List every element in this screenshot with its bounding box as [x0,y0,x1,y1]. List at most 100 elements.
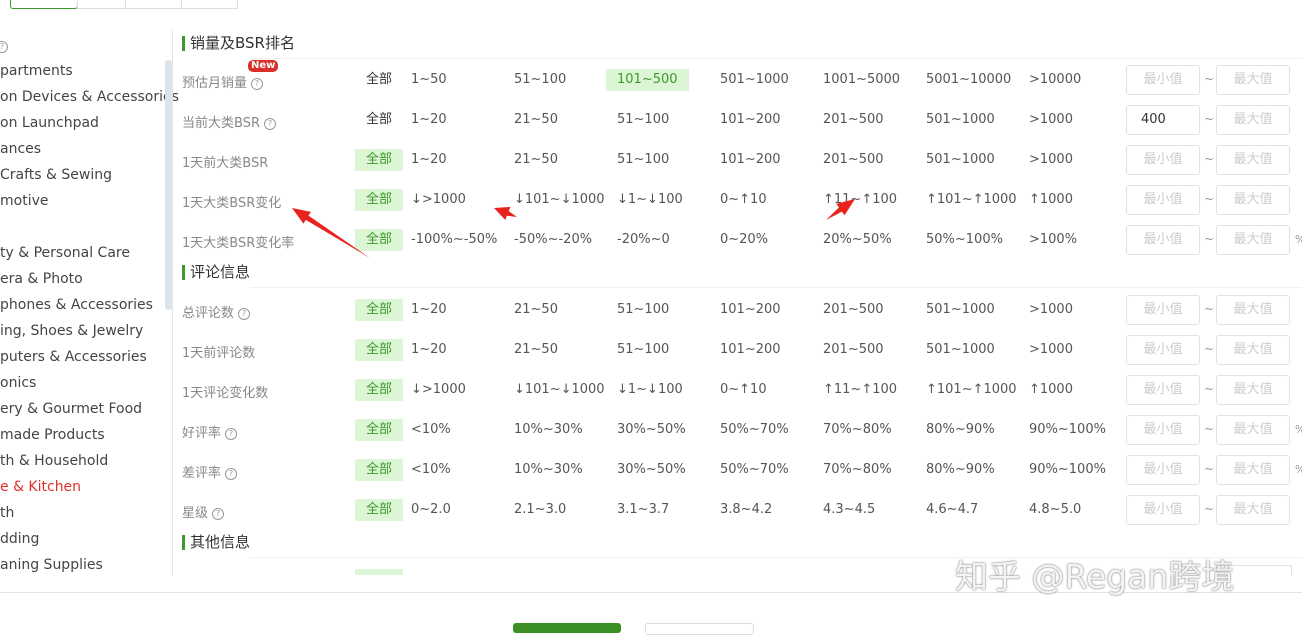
range-option[interactable]: 101~200 [720,109,781,131]
range-option[interactable]: 501~1000 [926,299,995,321]
range-option[interactable]: ↓101~↓1000 [514,379,605,401]
max-value-input[interactable]: 最大值 [1216,225,1290,255]
sidebar-category-item[interactable]: th [0,505,14,521]
range-option[interactable]: >100% [1029,229,1077,251]
max-value-input[interactable]: 最大值 [1216,295,1290,325]
range-option[interactable]: 51~100 [617,149,669,171]
sidebar-category-item[interactable]: made Products [0,427,105,443]
sidebar-category-item[interactable]: motive [0,193,48,209]
range-option[interactable]: ↑101~↑1000 [926,379,1017,401]
option-all[interactable] [355,569,403,575]
range-option[interactable]: -20%~0 [617,229,670,251]
range-option[interactable]: 30%~50% [617,459,686,481]
sidebar-category-item[interactable]: on Devices & Accessories [0,89,179,105]
sidebar-category-item[interactable]: onics [0,375,36,391]
max-value-input[interactable]: 最大值 [1216,185,1290,215]
max-value-input[interactable]: 最大值 [1216,335,1290,365]
range-option[interactable]: 101~500 [606,69,689,91]
range-option[interactable]: 101~200 [720,149,781,171]
range-option[interactable]: 80%~90% [926,459,995,481]
range-option[interactable]: >1000 [1029,339,1073,361]
range-option[interactable]: <10% [411,459,451,481]
sidebar-scrollbar[interactable] [165,60,172,310]
help-icon[interactable]: ? [251,78,264,90]
range-option[interactable]: 1~20 [411,149,447,171]
range-option[interactable]: 4.6~4.7 [926,499,978,521]
help-icon[interactable]: ? [225,428,238,440]
range-option[interactable]: 501~1000 [926,109,995,131]
range-option[interactable]: ↑1000 [1029,379,1073,401]
option-all[interactable]: 全部 [355,109,403,131]
option-all[interactable]: 全部 [355,499,403,521]
top-tab[interactable] [181,0,238,9]
range-option[interactable]: 10%~30% [514,419,583,441]
range-option[interactable]: 101~200 [720,299,781,321]
range-option[interactable]: ↑1000 [1029,189,1073,211]
max-value-input[interactable]: 最大值 [1216,415,1290,445]
range-option[interactable]: 1~50 [411,69,447,91]
range-option[interactable]: >10000 [1029,69,1081,91]
min-value-input[interactable]: 最小值 [1126,455,1200,485]
range-option[interactable]: <10% [411,419,451,441]
sidebar-category-item[interactable]: on Launchpad [0,115,99,131]
option-all[interactable]: 全部 [355,149,403,171]
range-option[interactable]: 30%~50% [617,419,686,441]
range-option[interactable]: 0~20% [720,229,768,251]
range-option[interactable]: 20%~50% [823,229,892,251]
range-option[interactable]: 101~200 [720,339,781,361]
sidebar-category-item[interactable]: dding [0,531,39,547]
range-option[interactable]: 51~100 [617,299,669,321]
max-value-input[interactable]: 最大值 [1216,65,1290,95]
range-option[interactable]: 21~50 [514,299,558,321]
range-option[interactable]: 51~100 [514,69,566,91]
range-option[interactable]: 51~100 [617,109,669,131]
range-option[interactable]: 21~50 [514,109,558,131]
range-option[interactable]: 50%~100% [926,229,1003,251]
range-option[interactable]: 1001~5000 [823,69,900,91]
min-value-input[interactable]: 最小值 [1126,295,1200,325]
range-option[interactable]: 50%~70% [720,459,789,481]
sidebar-category-item[interactable]: phones & Accessories [0,297,153,313]
range-option[interactable]: ↓>1000 [411,189,466,211]
min-value-input[interactable]: 最小值 [1126,335,1200,365]
sidebar-category-item[interactable]: Crafts & Sewing [0,167,112,183]
min-value-input[interactable]: 最小值 [1126,495,1200,525]
range-option[interactable]: 21~50 [514,149,558,171]
range-option[interactable]: 3.8~4.2 [720,499,772,521]
range-option[interactable]: 90%~100% [1029,459,1106,481]
range-option[interactable]: 0~↑10 [720,189,767,211]
range-option[interactable]: ↑11~↑100 [823,379,897,401]
help-icon[interactable]: ? [225,468,238,480]
range-option[interactable]: ↓101~↓1000 [514,189,605,211]
range-option[interactable]: 3.1~3.7 [617,499,669,521]
range-option[interactable]: 4.8~5.0 [1029,499,1081,521]
option-all[interactable]: 全部 [355,379,403,401]
range-option[interactable]: ↑11~↑100 [823,189,897,211]
sidebar-category-item[interactable]: aning Supplies [0,557,103,573]
range-option[interactable]: 70%~80% [823,419,892,441]
min-value-input[interactable]: 最小值 [1126,65,1200,95]
option-all[interactable]: 全部 [355,299,403,321]
help-icon[interactable]: ? [263,118,276,130]
confirm-button[interactable] [513,623,621,633]
range-option[interactable]: ↑101~↑1000 [926,189,1017,211]
range-option[interactable]: 5001~10000 [926,69,1011,91]
sidebar-category-item[interactable]: ing, Shoes & Jewelry [0,323,143,339]
help-icon[interactable]: ? [238,308,251,320]
option-all[interactable]: 全部 [355,459,403,481]
sidebar-category-item[interactable]: era & Photo [0,271,83,287]
min-value-input[interactable]: 最小值 [1126,185,1200,215]
range-option[interactable]: 70%~80% [823,459,892,481]
top-tab[interactable] [10,0,78,9]
range-option[interactable]: 0~↑10 [720,379,767,401]
range-option[interactable]: 2.1~3.0 [514,499,566,521]
min-value-input[interactable]: 400 [1126,105,1200,135]
max-value-input[interactable]: 最大值 [1216,105,1290,135]
option-all[interactable]: 全部 [355,69,403,91]
range-option[interactable]: 4.3~4.5 [823,499,875,521]
range-option[interactable]: 21~50 [514,339,558,361]
range-option[interactable]: 201~500 [823,339,884,361]
sidebar-category-item[interactable]: ty & Personal Care [0,245,130,261]
range-option[interactable]: 1~20 [411,299,447,321]
range-option[interactable]: 10%~30% [514,459,583,481]
